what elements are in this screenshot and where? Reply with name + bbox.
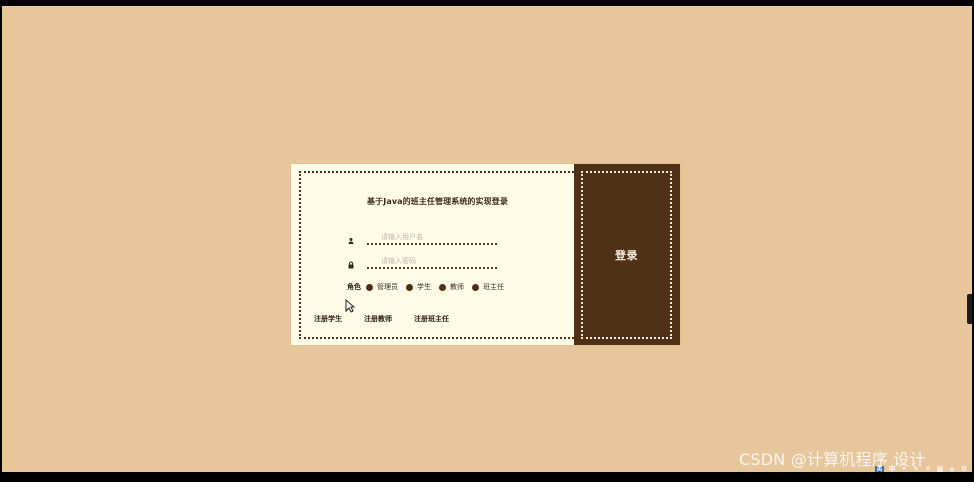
grid-icon[interactable]: ▦ bbox=[936, 466, 944, 473]
login-card: 基于Java的班主任管理系统的实现登录 请输入用户名 角色 管理员 学生 教师 … bbox=[291, 164, 680, 345]
login-form-border: 基于Java的班主任管理系统的实现登录 请输入用户名 角色 管理员 学生 教师 … bbox=[299, 171, 574, 339]
role-option-label: 管理员 bbox=[377, 283, 398, 291]
register-headteacher-link[interactable]: 注册班主任 bbox=[414, 314, 449, 324]
register-teacher-link[interactable]: 注册教师 bbox=[364, 314, 392, 324]
role-selector: 角色 管理员 学生 教师 班主任 bbox=[347, 282, 512, 292]
user-icon bbox=[347, 237, 355, 245]
page-title: 基于Java的班主任管理系统的实现登录 bbox=[367, 197, 508, 206]
cursor-icon bbox=[345, 299, 355, 313]
role-radio-student[interactable] bbox=[406, 283, 413, 291]
role-radio-teacher[interactable] bbox=[439, 283, 446, 291]
password-input[interactable] bbox=[367, 256, 497, 269]
pen-icon[interactable]: ✎ bbox=[912, 466, 920, 473]
username-input[interactable] bbox=[367, 232, 497, 245]
role-radio-headteacher[interactable] bbox=[472, 283, 479, 291]
register-student-link[interactable]: 注册学生 bbox=[314, 314, 342, 324]
screen: 基于Java的班主任管理系统的实现登录 请输入用户名 角色 管理员 学生 教师 … bbox=[2, 6, 972, 472]
role-option-teacher[interactable]: 教师 bbox=[439, 282, 464, 292]
login-form-panel: 基于Java的班主任管理系统的实现登录 请输入用户名 角色 管理员 学生 教师 … bbox=[291, 164, 574, 345]
role-option-student[interactable]: 学生 bbox=[406, 282, 431, 292]
role-option-label: 班主任 bbox=[483, 283, 504, 291]
login-button-border: 登录 bbox=[581, 171, 672, 339]
role-option-label: 教师 bbox=[450, 283, 464, 291]
role-option-headteacher[interactable]: 班主任 bbox=[472, 282, 504, 292]
username-row bbox=[347, 232, 507, 246]
gear-icon[interactable]: ⚙ bbox=[960, 466, 968, 473]
language-icon[interactable]: 英 bbox=[875, 465, 884, 472]
system-tray: 英 中 • ✎ ✕ ▦ ⌂ ⚙ bbox=[873, 465, 968, 473]
lock-icon bbox=[347, 261, 355, 269]
role-option-admin[interactable]: 管理员 bbox=[366, 282, 398, 292]
dot-icon[interactable]: • bbox=[900, 466, 908, 473]
register-links: 注册学生 注册教师 注册班主任 bbox=[314, 314, 449, 324]
login-action-panel: 登录 bbox=[574, 164, 680, 345]
close-icon[interactable]: ✕ bbox=[924, 466, 932, 473]
password-row bbox=[347, 256, 507, 270]
role-label: 角色 bbox=[347, 283, 361, 291]
input-mode-icon[interactable]: 中 bbox=[888, 466, 896, 473]
shirt-icon[interactable]: ⌂ bbox=[948, 466, 956, 473]
edge-handle[interactable] bbox=[967, 294, 972, 324]
login-button[interactable]: 登录 bbox=[583, 173, 670, 337]
role-radio-admin[interactable] bbox=[366, 283, 373, 291]
role-option-label: 学生 bbox=[417, 283, 431, 291]
